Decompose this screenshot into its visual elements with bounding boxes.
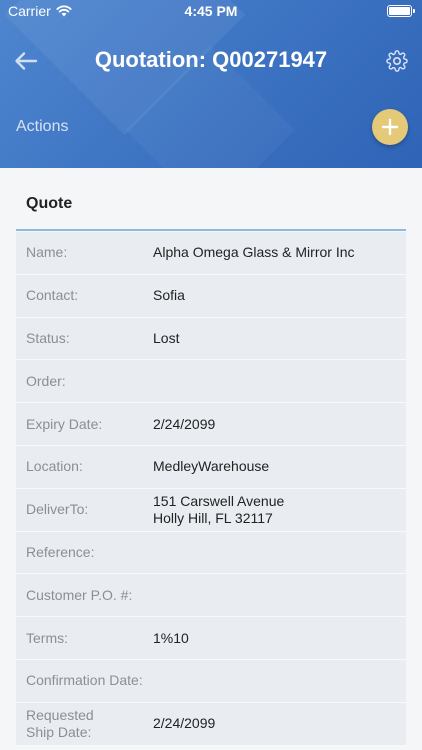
header: Carrier 4:45 PM Quotation: Q00271947 Act… (0, 0, 422, 168)
field-value: MedleyWarehouse (153, 458, 270, 475)
field-row-terms: Terms: 1%10 (16, 617, 406, 660)
field-label: Contact: (26, 287, 79, 304)
field-row-name: Name: Alpha Omega Glass & Mirror Inc (16, 232, 406, 275)
field-row-reference: Reference: (16, 531, 406, 575)
label-line-1: Requested (26, 706, 94, 723)
navigation-bar: Quotation: Q00271947 (0, 40, 422, 82)
field-row-status: Status: Lost (16, 317, 406, 361)
field-label: Location: (26, 458, 83, 475)
field-row-order: Order: (16, 360, 406, 404)
field-label: Expiry Date: (26, 415, 103, 432)
battery-icon (387, 5, 415, 17)
field-row-deliver-to: DeliverTo: 151 Carswell Avenue Holly Hil… (16, 488, 406, 532)
actions-label: Actions (16, 118, 69, 135)
field-value: Alpha Omega Glass & Mirror Inc (153, 244, 355, 261)
field-row-expiry-date: Expiry Date: 2/24/2099 (16, 403, 406, 446)
clock: 4:45 PM (184, 3, 238, 19)
quote-details: Quote Name: Alpha Omega Glass & Mirror I… (0, 168, 422, 750)
plus-icon (381, 118, 399, 136)
field-row-contact: Contact: Sofia (16, 274, 406, 318)
field-row-confirmation-date: Confirmation Date: (16, 659, 406, 703)
field-value: Lost (153, 329, 180, 346)
label-line-2: Ship Date: (26, 723, 92, 740)
field-value: 2/24/2099 (153, 415, 216, 432)
field-label: Order: (26, 372, 66, 389)
field-row-requested-ship-date: Requested Ship Date: 2/24/2099 (16, 702, 406, 746)
field-label: Confirmation Date: (26, 672, 143, 689)
field-value: 2/24/2099 (153, 715, 216, 732)
field-row-customer-po: Customer P.O. #: (16, 574, 406, 618)
address-line-1: 151 Carswell Avenue (153, 492, 285, 509)
field-label: Customer P.O. #: (26, 586, 133, 603)
field-row-location: Location: MedleyWarehouse (16, 445, 406, 489)
address-line-2: Holly Hill, FL 32117 (153, 509, 273, 526)
field-label: DeliverTo: (26, 501, 89, 518)
field-label: Requested Ship Date: (16, 707, 153, 741)
field-label: Status: (26, 329, 70, 346)
field-value: Sofia (153, 287, 185, 304)
field-value: 151 Carswell Avenue Holly Hill, FL 32117 (153, 493, 284, 527)
field-label: Terms: (26, 629, 68, 646)
status-bar: Carrier 4:45 PM (0, 0, 422, 22)
page-title: Quotation: Q00271947 (94, 47, 328, 72)
section-divider (16, 229, 406, 231)
add-button[interactable] (372, 109, 408, 145)
field-label: Name: (26, 244, 68, 261)
settings-button[interactable] (386, 50, 408, 72)
field-value: 1%10 (153, 629, 189, 646)
field-label: Reference: (26, 543, 95, 560)
section-title: Quote (26, 195, 73, 212)
gear-icon (386, 50, 408, 72)
field-list: Name: Alpha Omega Glass & Mirror Inc Con… (16, 232, 406, 746)
